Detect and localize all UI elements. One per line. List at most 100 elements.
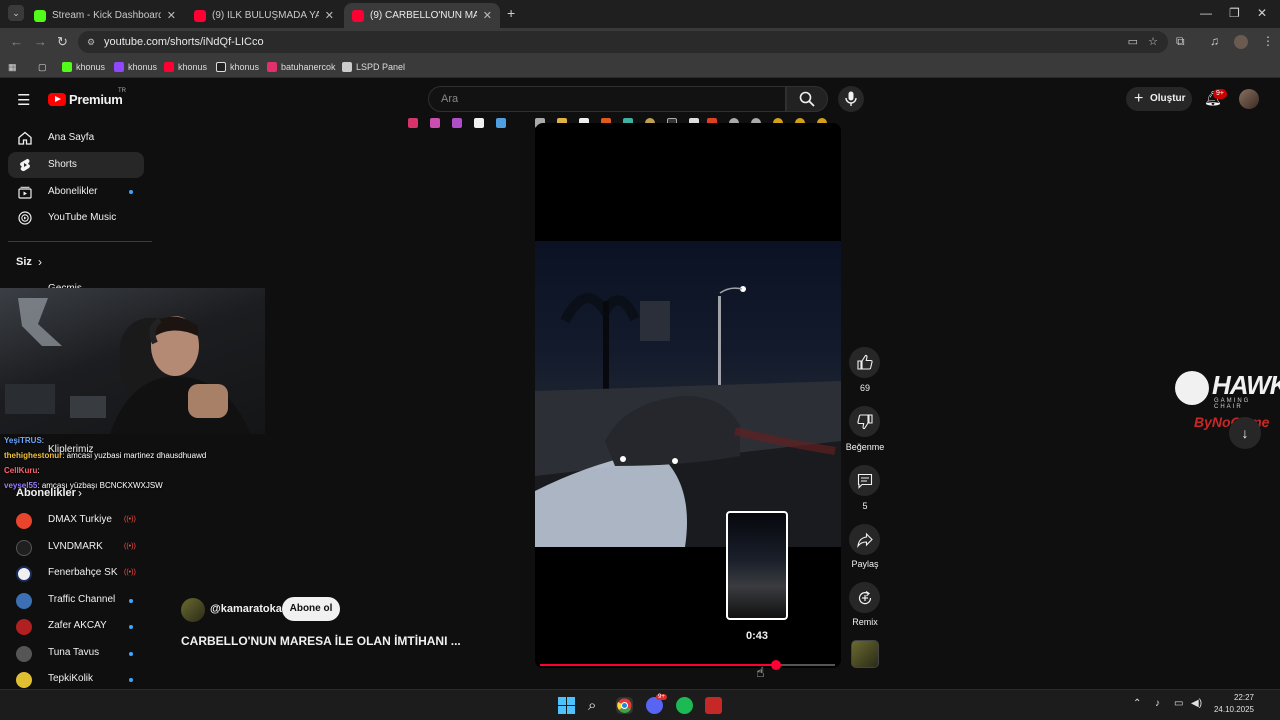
profile-avatar[interactable]: [1234, 35, 1248, 49]
you-section-header[interactable]: Siz: [16, 256, 32, 268]
bookmark-favicon[interactable]: [430, 118, 440, 128]
remix-button[interactable]: [849, 582, 880, 613]
search-button[interactable]: [786, 86, 828, 112]
subscription-item[interactable]: Traffic Channel: [0, 590, 150, 612]
microphone-tray-icon[interactable]: ♪: [1155, 698, 1160, 709]
taskbar-search-icon[interactable]: ⌕: [588, 697, 605, 714]
close-tab-icon[interactable]: ✕: [325, 9, 334, 22]
short-title[interactable]: CARBELLO'NUN MARESA İLE OLAN İMTİHANI ..…: [181, 634, 461, 648]
subscription-item[interactable]: Zafer AKCAY: [0, 616, 150, 638]
channel-name: Tuna Tavus: [48, 647, 100, 658]
comments-button[interactable]: [849, 465, 880, 496]
spotify-taskbar-icon[interactable]: [676, 697, 693, 714]
bookmark-favicon[interactable]: [474, 118, 484, 128]
network-icon[interactable]: ▭: [1174, 698, 1183, 709]
search-input[interactable]: Ara: [428, 86, 786, 112]
bookmark-favicon[interactable]: [496, 118, 506, 128]
night-street-scene-image: [535, 286, 841, 547]
bookmark-star-icon[interactable]: ☆: [1148, 31, 1158, 53]
bookmark-instagram[interactable]: batuhanercok: [267, 60, 336, 74]
subscriptions-section-header[interactable]: Abonelikler: [16, 487, 76, 499]
hamburger-menu-icon[interactable]: ☰: [17, 91, 30, 109]
channel-avatar[interactable]: [181, 598, 205, 622]
sidebar-item-clips[interactable]: Kliplerimiz: [48, 444, 94, 455]
channel-name: TepkiKolik: [48, 673, 94, 684]
sidebar-item-youtube-music[interactable]: YouTube Music: [8, 205, 144, 231]
scrub-preview-thumbnail: [726, 511, 788, 620]
account-avatar[interactable]: [1239, 89, 1259, 109]
url-input[interactable]: ⚙ youtube.com/shorts/iNdQf-LICco ▭ ☆: [78, 31, 1168, 53]
tab-youtube-1[interactable]: (9) İLK BULUŞMADA YAPILMAM ✕: [186, 3, 342, 28]
voice-search-button[interactable]: [838, 86, 864, 112]
site-info-icon[interactable]: ⚙: [87, 31, 95, 53]
bookmark-youtube[interactable]: khonus: [164, 60, 207, 74]
apps-grid-icon[interactable]: ▦: [8, 60, 17, 74]
live-indicator-icon: ((•)): [124, 516, 136, 523]
subscription-item[interactable]: LVNDMARK ((•)): [0, 537, 150, 559]
tray-overflow-icon[interactable]: ⌃: [1133, 698, 1141, 709]
youtube-premium-logo[interactable]: Premium: [69, 92, 123, 107]
subscription-item[interactable]: DMAX Turkiye ((•)): [0, 510, 150, 532]
extensions-icon[interactable]: ⧉: [1176, 34, 1185, 49]
back-icon[interactable]: ←: [10, 34, 23, 49]
bookmark-twitch[interactable]: khonus: [114, 60, 157, 74]
channel-handle[interactable]: @kamaratoka: [210, 603, 282, 615]
subscription-item[interactable]: Tuna Tavus: [0, 643, 150, 665]
cast-icon[interactable]: ▭: [1128, 31, 1138, 53]
hawk-logo-icon: [1175, 371, 1209, 405]
sponsor-overlay: HAWK GAMING CHAIR ByNoGame: [1174, 370, 1280, 440]
clock-date[interactable]: 24.10.2025: [1208, 705, 1254, 714]
windows-start-icon[interactable]: [558, 697, 575, 714]
close-tab-icon[interactable]: ✕: [167, 9, 176, 22]
create-button[interactable]: + Oluştur: [1126, 87, 1192, 111]
chat-text: :: [37, 466, 40, 475]
subscription-item[interactable]: TepkiKolik: [0, 669, 150, 691]
volume-icon[interactable]: ◀): [1191, 698, 1202, 709]
new-content-dot: [129, 678, 133, 682]
youtube-logo-icon[interactable]: [48, 93, 66, 106]
sidebar-item-home[interactable]: Ana Sayfa: [8, 125, 144, 151]
app-taskbar-icon[interactable]: [705, 697, 722, 714]
subscription-item[interactable]: Fenerbahçe SK ((•)): [0, 563, 150, 585]
sidebar-item-shorts[interactable]: Shorts: [8, 152, 144, 178]
sound-thumbnail[interactable]: [851, 640, 879, 668]
chrome-taskbar-icon[interactable]: [616, 697, 633, 714]
youtube-icon: [164, 62, 174, 72]
forward-icon[interactable]: →: [34, 34, 47, 49]
tab-search-button[interactable]: ⌄: [8, 5, 24, 21]
progress-scrubber-handle[interactable]: [771, 660, 781, 670]
tab-youtube-active[interactable]: (9) CARBELLO'NUN MARES ✕: [344, 3, 500, 28]
more-menu-icon[interactable]: ⋮: [1262, 34, 1274, 48]
chat-message: thehighestonur: amcasi yuzbasi martinez …: [4, 451, 206, 460]
bookmark-kick[interactable]: khonus: [62, 60, 105, 74]
new-content-dot: [129, 599, 133, 603]
bookmark-lspd[interactable]: LSPD Panel: [342, 60, 405, 74]
video-progress-bar[interactable]: [540, 660, 835, 670]
next-short-button[interactable]: ↓: [1229, 417, 1261, 449]
url-text: youtube.com/shorts/iNdQf-LICco: [104, 36, 264, 48]
bookmark-favicon[interactable]: [452, 118, 462, 128]
channel-name: Traffic Channel: [48, 594, 116, 605]
stream-chat: YeşiTRUS: thehighestonur: amcasi yuzbasi…: [0, 434, 265, 494]
reload-icon[interactable]: ↻: [57, 34, 68, 50]
minimize-icon[interactable]: —: [1200, 6, 1212, 20]
sponsor-brand: HAWK: [1212, 370, 1280, 400]
like-button[interactable]: [849, 347, 880, 378]
bookmark-x[interactable]: khonus: [216, 60, 259, 74]
new-tab-button[interactable]: +: [507, 5, 515, 21]
sidebar-item-subscriptions[interactable]: Abonelikler: [8, 179, 144, 205]
tab-kick-dashboard[interactable]: Stream - Kick Dashboard ✕: [26, 3, 184, 28]
close-tab-icon[interactable]: ✕: [483, 9, 492, 22]
restore-icon[interactable]: ❐: [1229, 6, 1240, 20]
subscribe-button[interactable]: Abone ol: [282, 597, 340, 621]
tab-label: (9) CARBELLO'NUN MARES: [370, 10, 477, 21]
shorts-video-player[interactable]: 00.00.25 00:28:07: [535, 123, 841, 668]
close-window-icon[interactable]: ✕: [1257, 6, 1267, 20]
media-controls-icon[interactable]: ♫: [1210, 34, 1219, 48]
sidebar-item-label: Shorts: [48, 159, 77, 170]
folder-icon[interactable]: ▢: [38, 60, 47, 74]
share-button[interactable]: [849, 524, 880, 555]
dislike-button[interactable]: [849, 406, 880, 437]
clock-time[interactable]: 22:27: [1212, 693, 1254, 702]
bookmark-favicon[interactable]: [408, 118, 418, 128]
